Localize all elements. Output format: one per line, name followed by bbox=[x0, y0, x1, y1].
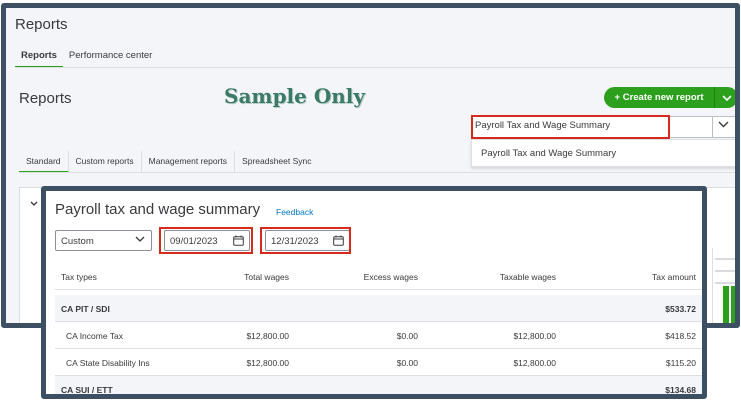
tax-type-cell: CA PIT / SDI bbox=[61, 304, 110, 314]
taxable-wages-cell: $12,800.00 bbox=[513, 358, 556, 368]
thumbnail-line bbox=[715, 270, 735, 272]
tab-spreadsheet-sync[interactable]: Spreadsheet Sync bbox=[235, 151, 318, 173]
excess-wages-cell: $0.00 bbox=[396, 331, 418, 341]
divider bbox=[712, 117, 713, 137]
thumbnail-bar bbox=[723, 286, 729, 323]
payroll-report-window: Payroll tax and wage summary Feedback Cu… bbox=[41, 186, 707, 399]
chevron-down-icon bbox=[721, 94, 732, 101]
column-header[interactable]: Excess wages bbox=[325, 272, 418, 282]
table-row: CA PIT / SDI $533.72 bbox=[55, 295, 702, 321]
total-wages-cell: $12,800.00 bbox=[246, 331, 289, 341]
tab-reports[interactable]: Reports bbox=[15, 46, 63, 68]
tax-type-cell: CA State Disability Ins bbox=[66, 358, 150, 368]
column-header[interactable]: Tax types bbox=[61, 272, 97, 282]
tax-amount-cell: $134.68 bbox=[665, 385, 696, 395]
top-tabs: Reports Performance center bbox=[15, 46, 158, 68]
feedback-link[interactable]: Feedback bbox=[276, 207, 313, 217]
tax-amount-cell: $115.20 bbox=[665, 358, 696, 368]
create-new-report-button[interactable]: + Create new report bbox=[604, 87, 714, 108]
column-header[interactable]: Total wages bbox=[195, 272, 289, 282]
column-header[interactable]: Tax amount bbox=[595, 272, 696, 282]
chevron-down-icon bbox=[135, 236, 145, 242]
thumbnail-line bbox=[715, 282, 735, 284]
divider bbox=[55, 289, 702, 290]
tab-management-reports[interactable]: Management reports bbox=[142, 151, 236, 173]
sample-watermark: Sample Only bbox=[224, 84, 366, 108]
table-row: CA Income Tax $12,800.00 $0.00 $12,800.0… bbox=[55, 322, 702, 348]
total-wages-cell: $12,800.00 bbox=[246, 358, 289, 368]
thumbnail-line bbox=[715, 258, 735, 260]
report-title: Payroll tax and wage summary bbox=[55, 201, 261, 218]
table-header: Tax types Total wages Excess wages Taxab… bbox=[55, 264, 702, 289]
report-period-value: Custom bbox=[61, 236, 94, 247]
table-row: CA State Disability Ins $12,800.00 $0.00… bbox=[55, 349, 702, 375]
tax-amount-cell: $533.72 bbox=[665, 304, 696, 314]
tab-custom-reports[interactable]: Custom reports bbox=[69, 151, 142, 173]
tax-amount-cell: $418.52 bbox=[665, 331, 696, 341]
screenshot-stage: Reports Reports Performance center Repor… bbox=[0, 0, 741, 402]
search-highlight-box bbox=[471, 115, 670, 139]
thumbnail-bar bbox=[731, 286, 735, 323]
tax-type-cell: CA SUI / ETT bbox=[61, 385, 113, 395]
tab-performance-center[interactable]: Performance center bbox=[63, 46, 158, 68]
tax-type-cell: CA Income Tax bbox=[66, 331, 124, 341]
table-row: CA SUI / ETT $134.68 bbox=[55, 376, 702, 395]
report-period-select[interactable]: Custom bbox=[55, 230, 152, 251]
taxable-wages-cell: $12,800.00 bbox=[513, 331, 556, 341]
report-category-tabs: Standard Custom reports Management repor… bbox=[19, 151, 319, 173]
excess-wages-cell: $0.00 bbox=[396, 358, 418, 368]
app-title: Reports bbox=[15, 16, 68, 33]
column-header[interactable]: Taxable wages bbox=[455, 272, 556, 282]
chevron-down-icon[interactable] bbox=[718, 121, 729, 128]
search-suggestions-dropdown: Payroll Tax and Wage Summary bbox=[471, 139, 735, 167]
divider bbox=[15, 67, 735, 68]
create-report-menu-button[interactable] bbox=[714, 87, 735, 108]
date-from-highlight bbox=[159, 227, 253, 254]
tab-standard[interactable]: Standard bbox=[19, 151, 69, 173]
divider bbox=[19, 172, 735, 173]
chevron-down-icon[interactable] bbox=[30, 201, 38, 206]
page-title: Reports bbox=[19, 90, 72, 107]
date-to-highlight bbox=[260, 227, 351, 254]
report-thumbnail bbox=[712, 248, 735, 323]
suggestion-option[interactable]: Payroll Tax and Wage Summary bbox=[481, 148, 616, 159]
